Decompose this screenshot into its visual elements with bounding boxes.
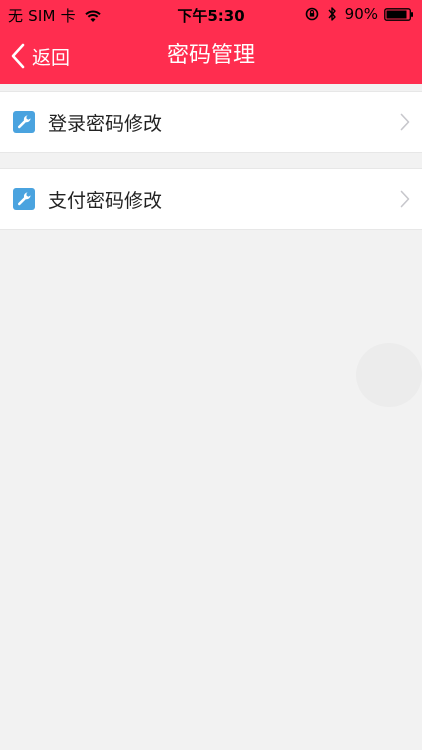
menu-item-payment-password[interactable]: 支付密码修改: [0, 168, 422, 230]
floating-assistive-button[interactable]: [356, 343, 422, 407]
wrench-icon: [13, 188, 35, 210]
battery-icon: [384, 7, 413, 21]
menu-item-label: 支付密码修改: [48, 189, 163, 212]
status-bar: 无 SIM 卡 下午5:30 90%: [0, 0, 422, 28]
chevron-right-icon: [400, 190, 410, 208]
rotation-lock-icon: [305, 7, 318, 21]
wrench-icon: [13, 111, 35, 133]
battery-percent: 90%: [344, 5, 378, 23]
chevron-right-icon: [400, 113, 410, 131]
menu-item-login-password[interactable]: 登录密码修改: [0, 91, 422, 153]
status-right: 90%: [305, 5, 414, 23]
bluetooth-icon: [328, 7, 336, 21]
header-bar: 无 SIM 卡 下午5:30 90% 返回 密码管理: [0, 0, 422, 84]
page-title: 密码管理: [166, 43, 255, 68]
menu-item-label: 登录密码修改: [48, 112, 163, 135]
app-screen: 无 SIM 卡 下午5:30 90% 返回 密码管理 登录密码修改 支付密码修改: [0, 0, 422, 750]
navigation-bar: 返回 密码管理: [0, 28, 422, 84]
